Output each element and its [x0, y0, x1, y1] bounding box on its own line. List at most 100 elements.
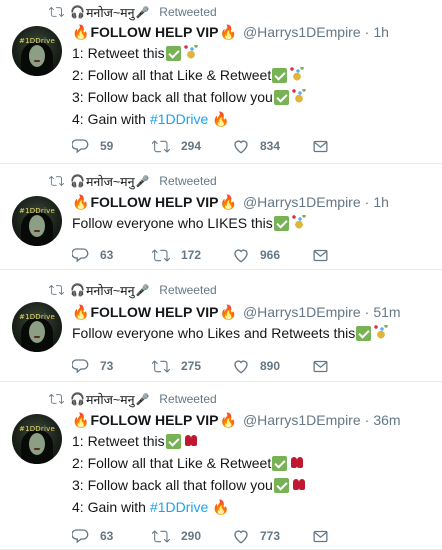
- retweeted-label: Retweeted: [159, 283, 217, 297]
- avatar[interactable]: #1DDrive: [12, 302, 62, 352]
- display-name[interactable]: FOLLOW HELP VIP: [90, 194, 218, 210]
- hashtag-link[interactable]: #1DDrive: [150, 111, 208, 127]
- envelope-icon: [312, 358, 329, 375]
- fire-emoji-icon: 🔥: [219, 303, 237, 320]
- tweet[interactable]: 🎧 मनोज~मनु 🎤 Retweeted #1DDrive 🔥 FOLLOW HELP …: [0, 0, 442, 164]
- display-name[interactable]: FOLLOW HELP VIP: [90, 24, 218, 40]
- heart-icon: [232, 137, 250, 155]
- reply-button[interactable]: 59: [72, 137, 152, 155]
- like-count: 890: [260, 359, 281, 373]
- tweet-text: 4: Gain with: [72, 111, 146, 127]
- retweet-button[interactable]: 290: [152, 528, 232, 545]
- reply-count: 73: [100, 359, 114, 373]
- tweet[interactable]: 🎧 मनोज~मनु 🎤 Retweeted #1DDrive 🔥 FOLLOW HELP …: [0, 270, 442, 382]
- tweet-body: 🔥 FOLLOW HELP VIP 🔥 @Harrys1DEmpire · 51m Foll…: [72, 302, 434, 344]
- retweet-count: 172: [181, 248, 202, 262]
- tweet-body: 🔥 FOLLOW HELP VIP 🔥 @Harrys1DEmpire · 1h Follo…: [72, 192, 434, 234]
- reply-button[interactable]: 63: [72, 246, 152, 264]
- user-handle[interactable]: @Harrys1DEmpire: [243, 24, 361, 40]
- retweeter-name[interactable]: मनोज~मनु: [86, 282, 135, 299]
- avatar[interactable]: #1DDrive: [12, 196, 62, 246]
- display-name[interactable]: FOLLOW HELP VIP: [90, 412, 218, 428]
- headphones-icon: 🎧: [70, 392, 85, 406]
- confetti-ball-emoji-icon: [290, 89, 307, 105]
- user-handle[interactable]: @Harrys1DEmpire: [243, 412, 361, 428]
- tweet-text: Follow everyone who LIKES this: [72, 215, 273, 231]
- boxing-glove-emoji-icon: [291, 477, 307, 493]
- direct-message-button[interactable]: [312, 358, 332, 375]
- fire-emoji-icon: 🔥: [72, 303, 90, 320]
- retweet-count: 290: [181, 529, 202, 543]
- retweeter-name[interactable]: मनोज~मनु: [86, 173, 135, 190]
- avatar-face: [29, 215, 45, 237]
- reply-count: 63: [100, 248, 114, 262]
- fire-emoji-icon: 🔥: [212, 498, 230, 515]
- avatar-mouth: [34, 336, 40, 338]
- retweet-button[interactable]: 172: [152, 247, 232, 264]
- reply-button[interactable]: 63: [72, 527, 152, 545]
- tweet[interactable]: 🎧 मनोज~मनु 🎤 Retweeted #1DDrive 🔥 FOLLOW HELP …: [0, 164, 442, 270]
- display-name[interactable]: FOLLOW HELP VIP: [90, 304, 218, 320]
- direct-message-button[interactable]: [312, 138, 332, 155]
- reply-button[interactable]: 73: [72, 357, 152, 375]
- separator-dot: ·: [364, 194, 370, 210]
- check-mark-emoji-icon: [273, 215, 289, 231]
- microphone-icon: 🎤: [135, 175, 150, 188]
- retweet-context: 🎧 मनोज~मनु 🎤 Retweeted: [48, 172, 217, 190]
- avatar-mouth: [34, 448, 40, 450]
- retweet-button[interactable]: 275: [152, 358, 232, 375]
- retweeted-label: Retweeted: [159, 174, 217, 188]
- avatar[interactable]: #1DDrive: [12, 414, 62, 464]
- envelope-icon: [312, 138, 329, 155]
- avatar-face: [29, 321, 45, 343]
- user-handle[interactable]: @Harrys1DEmpire: [243, 194, 361, 210]
- tweet-text: 1: Retweet this: [72, 45, 165, 61]
- confetti-ball-emoji-icon: [182, 45, 199, 61]
- like-count: 773: [260, 529, 281, 543]
- like-button[interactable]: 834: [232, 137, 312, 155]
- check-mark-emoji-icon: [356, 325, 372, 341]
- check-mark-emoji-icon: [272, 455, 288, 471]
- confetti-ball-emoji-icon: [373, 325, 390, 341]
- tweet-actions: 59 294 834: [72, 136, 332, 156]
- retweet-icon: [152, 358, 171, 375]
- separator-dot: ·: [364, 412, 370, 428]
- retweet-icon: [152, 138, 171, 155]
- tweet[interactable]: 🎧 मनोज~मनु 🎤 Retweeted #1DDrive 🔥 FOLLOW HELP …: [0, 382, 442, 550]
- retweet-context: 🎧 मनोज~मनु 🎤 Retweeted: [48, 3, 217, 21]
- avatar[interactable]: #1DDrive: [12, 26, 62, 76]
- timestamp[interactable]: 1h: [373, 194, 389, 210]
- retweeted-label: Retweeted: [159, 5, 217, 19]
- tweet-text-line: 4: Gain with #1DDrive 🔥: [72, 496, 434, 518]
- like-button[interactable]: 890: [232, 357, 312, 375]
- retweet-count: 275: [181, 359, 202, 373]
- tweet-text: 4: Gain with: [72, 499, 146, 515]
- timestamp[interactable]: 51m: [373, 304, 400, 320]
- direct-message-button[interactable]: [312, 247, 332, 264]
- timestamp[interactable]: 1h: [373, 24, 389, 40]
- tweet-text-line: Follow everyone who Likes and Retweets t…: [72, 322, 434, 344]
- tweet-text: 1: Retweet this: [72, 433, 165, 449]
- retweet-button[interactable]: 294: [152, 138, 232, 155]
- heart-icon: [232, 246, 250, 264]
- check-mark-emoji-icon: [165, 433, 181, 449]
- fire-emoji-icon: 🔥: [72, 193, 90, 210]
- timestamp[interactable]: 36m: [373, 412, 400, 428]
- like-button[interactable]: 966: [232, 246, 312, 264]
- boxing-glove-emoji-icon: [183, 433, 199, 449]
- retweeter-name[interactable]: मनोज~मनु: [86, 4, 135, 21]
- retweeter-name[interactable]: मनोज~मनु: [86, 391, 135, 408]
- microphone-icon: 🎤: [135, 6, 150, 19]
- heart-icon: [232, 357, 250, 375]
- user-handle[interactable]: @Harrys1DEmpire: [243, 304, 361, 320]
- headphones-icon: 🎧: [70, 174, 85, 188]
- retweet-context: 🎧 मनोज~मनु 🎤 Retweeted: [48, 281, 217, 299]
- envelope-icon: [312, 247, 329, 264]
- reply-icon: [72, 246, 90, 264]
- separator-dot: ·: [364, 24, 370, 40]
- reply-count: 63: [100, 529, 114, 543]
- direct-message-button[interactable]: [312, 528, 332, 545]
- hashtag-link[interactable]: #1DDrive: [150, 499, 208, 515]
- fire-emoji-icon: 🔥: [212, 110, 230, 127]
- like-button[interactable]: 773: [232, 527, 312, 545]
